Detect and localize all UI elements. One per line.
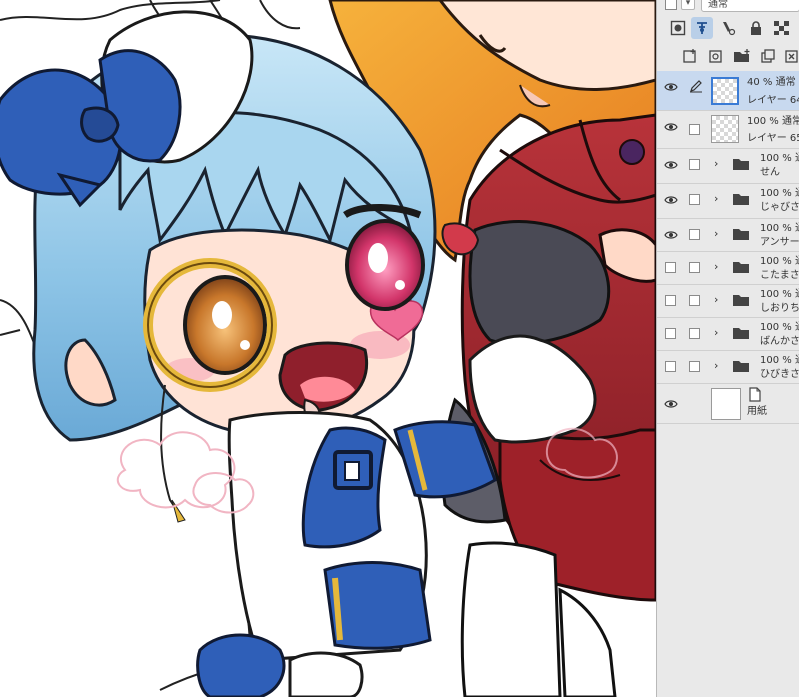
reference-layer-icon[interactable] (691, 17, 713, 39)
layer-row[interactable]: 100 % 通常 レイヤー 65 (657, 111, 799, 149)
blend-mode-value: 通常 (708, 0, 728, 10)
layer-toolbar-row-1 (657, 14, 799, 42)
layer-opacity-mode: 100 % 通 (760, 256, 799, 267)
duplicate-layer-icon[interactable] (757, 45, 779, 67)
layer-folder-row[interactable]: › 100 % 通 アンサー (657, 219, 799, 252)
chevron-right-icon[interactable]: › (714, 158, 718, 170)
new-folder-icon[interactable] (731, 45, 753, 67)
eye-icon[interactable] (664, 398, 678, 410)
layer-toolbar-row-2 (657, 42, 799, 70)
layer-checkbox[interactable] (689, 295, 700, 306)
pen-icon (690, 80, 702, 93)
layer-name: アンサー (760, 237, 799, 248)
chevron-right-icon[interactable]: › (714, 261, 718, 273)
layer-opacity-mode: 100 % 通 (760, 153, 799, 164)
visibility-checkbox[interactable] (665, 295, 676, 306)
layer-name: レイヤー 65 (747, 133, 799, 144)
chevron-right-icon[interactable]: › (714, 193, 718, 205)
layer-opacity-mode: 100 % 通 (760, 355, 799, 366)
layer-opacity-mode: 100 % 通 (760, 322, 799, 333)
eye-icon[interactable] (664, 159, 678, 171)
layer-list-empty-area (657, 436, 799, 697)
layer-checkbox[interactable] (689, 262, 700, 273)
layer-mask-icon[interactable] (667, 17, 689, 39)
layer-folder-row[interactable]: › 100 % 通 こたまさ (657, 252, 799, 285)
layer-folder-row[interactable]: › 100 % 通 ひびきさ (657, 351, 799, 384)
white-leg (460, 541, 562, 697)
layer-opacity-mode: 100 % 通 (760, 289, 799, 300)
visibility-checkbox[interactable] (665, 361, 676, 372)
app-window: ▾ 通常 40 % 通常 レイヤー 64 100 % 通常 レイヤー 65 › … (0, 0, 799, 697)
layer-checkbox[interactable] (689, 229, 700, 240)
layer-opacity-mode: 40 % 通常 (747, 77, 796, 88)
new-raster-layer-icon[interactable] (679, 45, 701, 67)
layer-name: ばんかさ (760, 336, 799, 347)
layer-name: しおりち (760, 303, 799, 314)
layer-checkbox[interactable] (689, 194, 700, 205)
folder-icon (733, 194, 749, 205)
layer-folder-row[interactable]: › 100 % 通 ばんかさ (657, 318, 799, 351)
blend-mode-select[interactable]: 通常 (701, 0, 799, 12)
chevron-right-icon[interactable]: › (714, 360, 718, 372)
eye-icon[interactable] (664, 81, 678, 93)
layer-opacity-mode: 100 % 通 (760, 223, 799, 234)
folder-icon (733, 262, 749, 273)
chevron-down-icon[interactable]: ▾ (681, 0, 695, 10)
visibility-checkbox[interactable] (665, 262, 676, 273)
delete-layer-icon[interactable] (781, 45, 799, 67)
layer-folder-row[interactable]: › 100 % 通 しおりち (657, 285, 799, 318)
layer-name: せん (760, 167, 780, 178)
drawing-canvas[interactable] (0, 0, 656, 697)
layer-clip-checkbox[interactable] (665, 0, 677, 10)
folder-icon (733, 295, 749, 306)
layer-opacity-mode: 100 % 通 (760, 188, 799, 199)
layer-row[interactable]: 40 % 通常 レイヤー 64 (657, 71, 799, 111)
transparency-lock-icon[interactable] (771, 17, 793, 39)
eye-icon[interactable] (664, 229, 678, 241)
layer-folder-row[interactable]: › 100 % 通 せん (657, 149, 799, 184)
eye-icon[interactable] (664, 121, 678, 133)
layer-name: こたまさ (760, 270, 799, 281)
layer-checkbox[interactable] (689, 361, 700, 372)
layer-opacity-mode: 100 % 通常 (747, 116, 799, 127)
palette-color-icon[interactable] (717, 17, 739, 39)
layer-name: 用紙 (747, 406, 767, 417)
lock-icon[interactable] (745, 17, 767, 39)
chevron-right-icon[interactable]: › (714, 327, 718, 339)
visibility-checkbox[interactable] (665, 328, 676, 339)
eye-icon[interactable] (664, 194, 678, 206)
layer-folder-row[interactable]: › 100 % 通 じゃびさ (657, 184, 799, 219)
new-vector-layer-icon[interactable] (705, 45, 727, 67)
chevron-right-icon[interactable]: › (714, 228, 718, 240)
folder-icon (733, 159, 749, 170)
brooch (619, 139, 645, 165)
folder-icon (733, 328, 749, 339)
layer-panel: ▾ 通常 40 % 通常 レイヤー 64 100 % 通常 レイヤー 65 › … (656, 0, 799, 697)
paper-icon (749, 387, 761, 402)
layer-thumbnail (711, 115, 739, 143)
artwork (0, 0, 656, 697)
layer-name: レイヤー 64 (747, 95, 799, 106)
layer-name: ひびきさ (760, 369, 799, 380)
panel-top-row: ▾ 通常 (657, 0, 799, 14)
chevron-right-icon[interactable]: › (714, 294, 718, 306)
layer-name: じゃびさ (760, 202, 799, 213)
layer-checkbox[interactable] (689, 124, 700, 135)
layer-thumbnail (711, 77, 739, 105)
folder-icon (733, 229, 749, 240)
folder-icon (733, 361, 749, 372)
paper-layer-row[interactable]: 用紙 (657, 384, 799, 424)
layer-thumbnail (711, 388, 741, 420)
layer-checkbox[interactable] (689, 159, 700, 170)
layer-checkbox[interactable] (689, 328, 700, 339)
